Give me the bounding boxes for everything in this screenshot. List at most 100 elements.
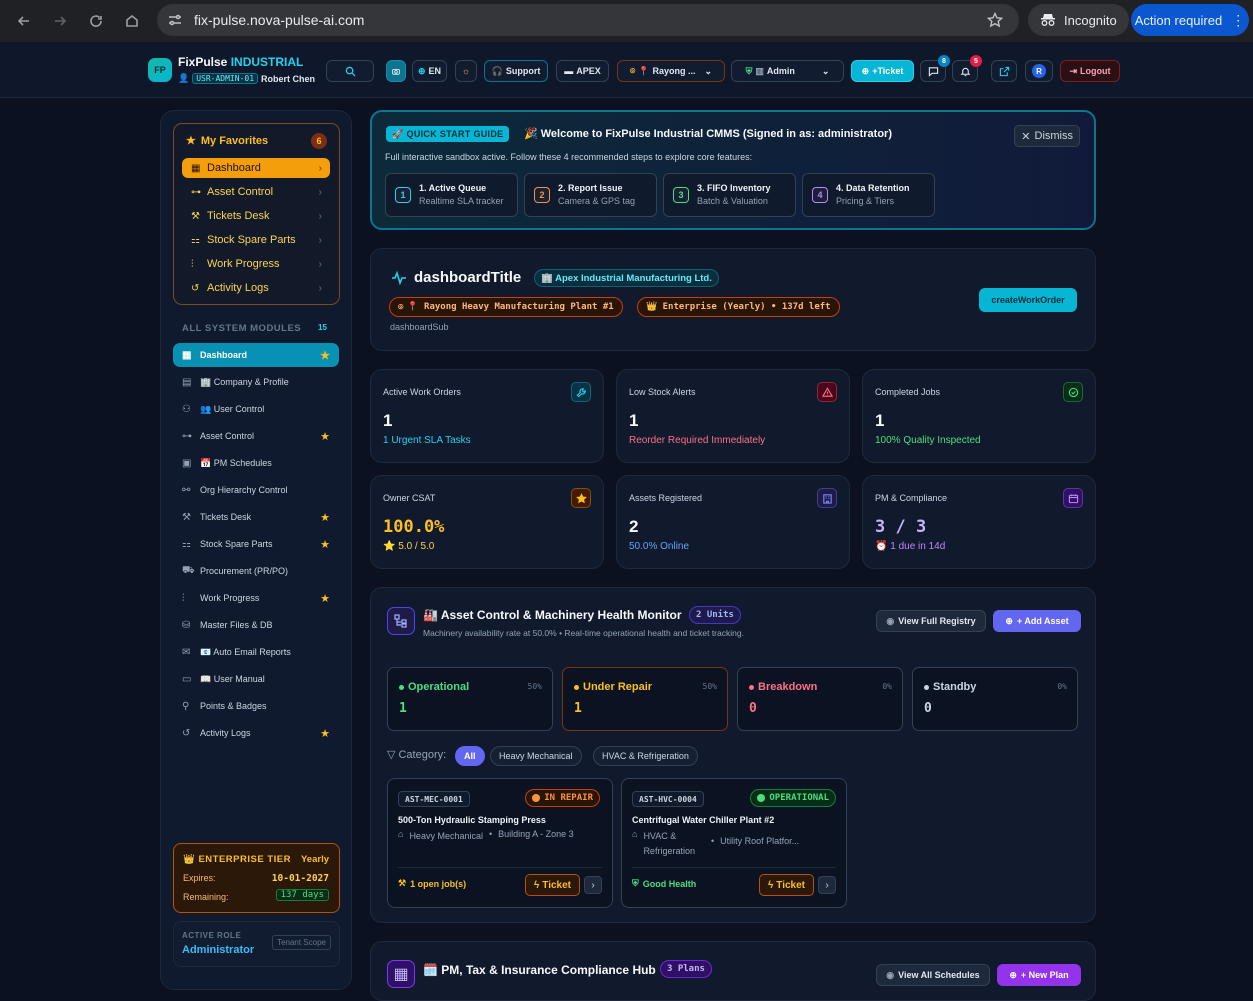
notifications-button[interactable]: 5 — [952, 55, 982, 82]
step-subtitle: Camera & GPS tag — [558, 196, 636, 206]
category-chip[interactable]: HVAC & Refrigeration — [593, 746, 698, 766]
calendar-icon: ▦ — [387, 960, 415, 988]
favorite-star-icon[interactable]: ★ — [320, 430, 330, 443]
stat-card[interactable]: PM & Compliance 3 / 3 ⏰ 1 due in 14d — [862, 475, 1096, 569]
back-icon[interactable] — [12, 9, 36, 33]
url-text[interactable]: fix-pulse.nova-pulse-ai.com — [194, 12, 364, 28]
messages-button[interactable]: 8 — [920, 55, 950, 82]
sidebar-module-item[interactable]: ▭ 📖 User Manual — [173, 667, 339, 691]
sidebar-module-item[interactable]: ✉ 📧 Auto Email Reports — [173, 640, 339, 664]
sidebar-module-item[interactable]: ⊶ Asset Control ★ — [173, 424, 339, 448]
sidebar-module-item[interactable]: ⚒ Tickets Desk ★ — [173, 505, 339, 529]
address-bar[interactable]: fix-pulse.nova-pulse-ai.com — [157, 4, 1019, 36]
chevron-right-icon[interactable]: › — [584, 876, 602, 894]
stat-card[interactable]: Low Stock Alerts 1 Reorder Required Immedi… — [616, 369, 850, 463]
favorite-item[interactable]: ▦ Dashboard › — [182, 158, 330, 178]
favorite-star-icon[interactable]: ★ — [320, 538, 330, 551]
tenant-button[interactable]: ▬ APEX — [556, 60, 609, 82]
expires-label: Expires: — [183, 873, 216, 883]
add-asset-button[interactable]: ⊕ + Add Asset — [993, 610, 1081, 632]
status-label: Standby — [933, 681, 977, 693]
eye-icon: ◉ — [886, 969, 895, 980]
view-all-schedules-button[interactable]: ◉ View All Schedules — [876, 964, 990, 986]
asset-status-tile[interactable]: Under Repair 50% 1 — [562, 667, 728, 731]
sidebar-module-item[interactable]: ↺ Activity Logs ★ — [173, 721, 339, 745]
active-role-value: Administrator — [182, 944, 255, 956]
avatar-button[interactable]: R — [1025, 60, 1053, 82]
support-button[interactable]: 🎧 Support — [484, 60, 548, 82]
role-select[interactable]: ⛨ ▥ Admin ⌄ — [731, 60, 844, 82]
asset-ticket-button[interactable]: ϟ Ticket — [758, 874, 814, 896]
quick-start-step[interactable]: 1 1. Active Queue Realtime SLA tracker — [385, 173, 518, 217]
reload-icon[interactable] — [84, 9, 108, 33]
sidebar-module-item[interactable]: ▤ 🏢 Company & Profile — [173, 370, 339, 394]
favorite-star-icon[interactable]: ★ — [320, 727, 330, 740]
users-icon: ⚇ — [182, 403, 191, 415]
new-plan-button[interactable]: ⊕ + New Plan — [997, 964, 1081, 986]
site-info-icon[interactable] — [167, 12, 183, 28]
stat-card[interactable]: Completed Jobs 1 100% Quality Inspected — [862, 369, 1096, 463]
asset-control-title: 🏭 Asset Control & Machinery Health Monit… — [423, 608, 682, 622]
sun-icon: ☼ — [461, 66, 471, 76]
favorites-header[interactable]: ★ My Favorites — [186, 134, 268, 148]
camera-button[interactable] — [386, 60, 406, 82]
app-logo[interactable]: FP — [148, 58, 172, 82]
category-chip[interactable]: All — [455, 746, 485, 766]
favorite-star-icon[interactable]: ★ — [320, 592, 330, 605]
sidebar-module-item[interactable]: ▣ 📅 PM Schedules — [173, 451, 339, 475]
favorite-item[interactable]: ⫶ Work Progress › — [182, 254, 330, 274]
external-link-button[interactable] — [991, 60, 1017, 82]
create-work-order-button[interactable]: createWorkOrder — [979, 288, 1077, 312]
status-name: Breakdown — [749, 681, 817, 693]
view-full-registry-button[interactable]: ◉ View Full Registry — [876, 610, 986, 632]
favorite-item[interactable]: ⊶ Asset Control › — [182, 182, 330, 202]
theme-toggle[interactable]: ☼ — [455, 60, 477, 82]
org-icon: ⚯ — [182, 484, 191, 496]
chevron-right-icon[interactable]: › — [818, 876, 836, 894]
sidebar-module-item[interactable]: ⚇ 👥 User Control — [173, 397, 339, 421]
stat-card[interactable]: Assets Registered 2 50.0% Online — [616, 475, 850, 569]
sidebar-module-item[interactable]: ⫶ Work Progress ★ — [173, 586, 339, 610]
quick-start-tag: 🚀 QUICK START GUIDE — [386, 126, 510, 142]
step-number: 3 — [673, 187, 689, 203]
sidebar-module-item[interactable]: ⚲ Points & Badges — [173, 694, 339, 718]
language-button[interactable]: ⊕ EN — [412, 60, 447, 82]
status-dot — [574, 684, 579, 690]
category-chip[interactable]: Heavy Mechanical — [490, 746, 582, 766]
favorite-item[interactable]: ↺ Activity Logs › — [182, 278, 330, 298]
asset-status-tile[interactable]: Operational 50% 1 — [387, 667, 553, 731]
asset-ticket-button[interactable]: ϟ Ticket — [524, 874, 580, 896]
asset-card[interactable]: AST-MEC-0001 IN REPAIR 500-Ton Hydraulic S… — [387, 778, 613, 908]
home-icon[interactable] — [120, 9, 144, 33]
quick-start-step[interactable]: 4 4. Data Retention Pricing & Tiers — [802, 173, 935, 217]
sidebar-module-item[interactable]: ⛟ Procurement (PR/PO) — [173, 559, 339, 583]
dismiss-button[interactable]: ✕ Dismiss — [1014, 125, 1080, 147]
favorite-star-icon[interactable]: ★ — [320, 349, 330, 362]
step-title: 3. FIFO Inventory — [697, 183, 771, 193]
sidebar-module-item[interactable]: ▦ Dashboard ★ — [173, 343, 339, 367]
asset-status-tile[interactable]: Standby 0% 0 — [912, 667, 1078, 731]
forward-icon[interactable] — [48, 9, 72, 33]
quick-start-step[interactable]: 2 2. Report Issue Camera & GPS tag — [524, 173, 657, 217]
dashboard-subtitle: dashboardSub — [390, 322, 449, 332]
stat-card[interactable]: Owner CSAT 100.0% ⭐ 5.0 / 5.0 — [370, 475, 604, 569]
stat-card[interactable]: Active Work Orders 1 1 Urgent SLA Tasks — [370, 369, 604, 463]
new-ticket-button[interactable]: ⊕ +Ticket — [851, 60, 914, 82]
asset-status-tile[interactable]: Breakdown 0% 0 — [737, 667, 903, 731]
favorite-star-icon[interactable]: ★ — [320, 511, 330, 524]
step-subtitle: Realtime SLA tracker — [419, 196, 504, 206]
bookmark-star-icon[interactable] — [987, 12, 1003, 28]
search-button[interactable] — [326, 60, 374, 82]
favorite-item[interactable]: ⚒ Tickets Desk › — [182, 206, 330, 226]
action-required-button[interactable]: Action required ⋮ — [1131, 4, 1249, 36]
site-select[interactable]: ⌾ 📍 Rayong ... ⌄ — [617, 60, 725, 82]
sidebar-module-item[interactable]: ⛁ Master Files & DB — [173, 613, 339, 637]
asset-card[interactable]: AST-HVC-0004 OPERATIONAL Centrifugal Water… — [621, 778, 847, 908]
incognito-indicator[interactable]: Incognito — [1028, 4, 1129, 36]
pm-title: 🗓️ PM, Tax & Insurance Compliance Hub — [423, 963, 656, 977]
favorite-item[interactable]: ⚏ Stock Spare Parts › — [182, 230, 330, 250]
quick-start-step[interactable]: 3 3. FIFO Inventory Batch & Valuation — [663, 173, 796, 217]
sidebar-module-item[interactable]: ⚏ Stock Spare Parts ★ — [173, 532, 339, 556]
logout-button[interactable]: ⇥ Logout — [1060, 60, 1120, 82]
sidebar-module-item[interactable]: ⚯ Org Hierarchy Control — [173, 478, 339, 502]
